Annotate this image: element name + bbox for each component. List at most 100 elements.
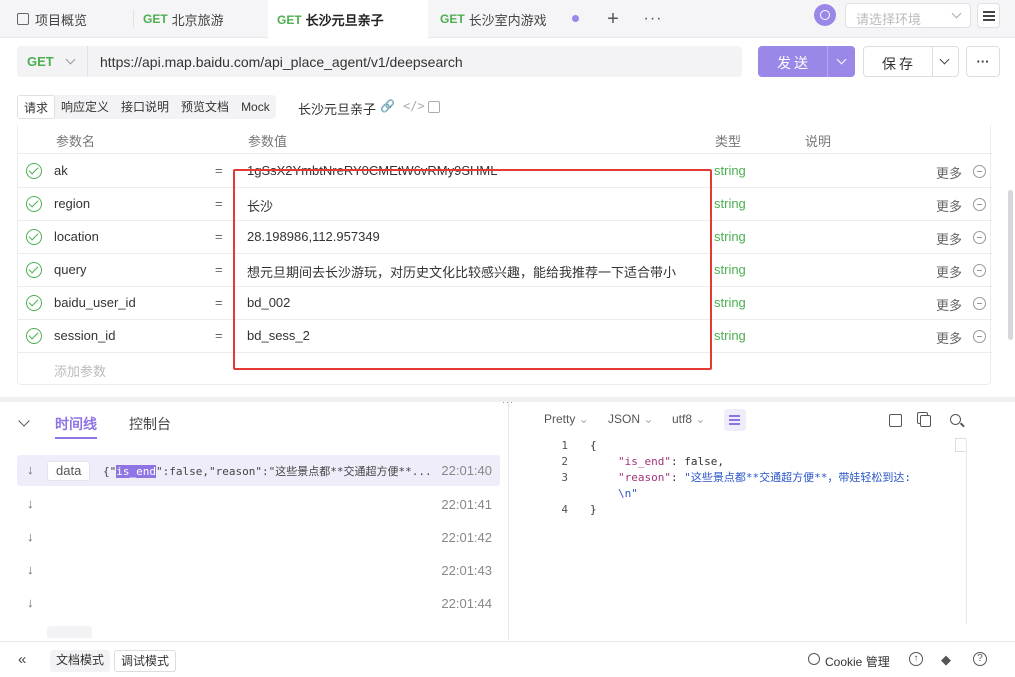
shirt-icon[interactable]: ◆ xyxy=(941,652,951,668)
header-desc: 说明 xyxy=(805,134,832,149)
tab-timeline[interactable]: 时间线 xyxy=(55,414,97,434)
tab-label: 北京旅游 xyxy=(171,12,224,28)
menu-icon[interactable] xyxy=(977,3,1000,28)
remove-icon[interactable] xyxy=(973,264,986,277)
timeline-row[interactable]: ↓ 22:01:41 xyxy=(17,489,500,520)
param-type[interactable]: string xyxy=(714,328,746,343)
param-type[interactable]: string xyxy=(714,295,746,310)
timeline-row[interactable]: ↓ data {"is_end":false,"reason":"这些景点都**… xyxy=(17,455,500,486)
timeline-row[interactable]: ↓ 22:01:43 xyxy=(17,555,500,586)
param-type[interactable]: string xyxy=(714,163,746,178)
save-button[interactable]: 保存 xyxy=(863,46,959,77)
arrow-down-icon: ↓ xyxy=(27,595,34,610)
check-icon[interactable] xyxy=(26,262,42,278)
tab-project-overview[interactable]: 项目概览 xyxy=(17,0,87,38)
request-subtabs: 请求 响应定义 接口说明 预览文档 Mock xyxy=(17,95,276,119)
chevron-down-icon[interactable] xyxy=(836,54,847,65)
tab-label: 长沙室内游戏 xyxy=(468,12,547,28)
vertical-splitter[interactable] xyxy=(508,402,509,640)
param-name[interactable]: query xyxy=(54,262,87,277)
param-type[interactable]: string xyxy=(714,229,746,244)
param-more-link[interactable]: 更多 xyxy=(936,262,962,281)
copy-icon[interactable] xyxy=(920,415,931,427)
format-select[interactable]: Pretty ⌄ xyxy=(544,412,589,426)
code-icon[interactable]: </> xyxy=(403,99,425,113)
link-icon[interactable]: 🔗 xyxy=(380,99,395,113)
param-type[interactable]: string xyxy=(714,262,746,277)
param-name[interactable]: baidu_user_id xyxy=(54,295,136,310)
more-options-icon[interactable]: ··· xyxy=(966,46,1000,77)
arrow-down-icon: ↓ xyxy=(27,562,34,577)
remove-icon[interactable] xyxy=(973,297,986,310)
tab-changsha-indoor[interactable]: GET 长沙室内游戏 xyxy=(440,0,547,38)
wrap-icon[interactable] xyxy=(724,409,746,431)
check-icon[interactable] xyxy=(26,163,42,179)
subtab-doc[interactable]: 接口说明 xyxy=(115,95,175,119)
param-more-link[interactable]: 更多 xyxy=(936,229,962,248)
type-select[interactable]: JSON ⌄ xyxy=(608,412,653,426)
param-name[interactable]: session_id xyxy=(54,328,115,343)
env-select[interactable]: 请选择环境 xyxy=(845,3,971,28)
check-icon[interactable] xyxy=(26,229,42,245)
subtab-preview[interactable]: 预览文档 xyxy=(175,95,235,119)
remove-icon[interactable] xyxy=(973,198,986,211)
subtab-request[interactable]: 请求 xyxy=(17,95,56,119)
collapse-icon[interactable] xyxy=(18,415,30,427)
upload-icon[interactable]: ↑ xyxy=(909,652,923,666)
remove-icon[interactable] xyxy=(973,330,986,343)
encoding-select[interactable]: utf8 ⌄ xyxy=(672,412,705,426)
request-name[interactable]: 长沙元旦亲子 xyxy=(298,99,376,118)
equals-sign: = xyxy=(215,328,223,343)
method-badge: GET xyxy=(277,12,302,27)
add-param-input[interactable]: 添加参数 xyxy=(54,361,106,380)
save-label: 保存 xyxy=(882,56,916,72)
timeline-row[interactable]: ↓ 22:01:44 xyxy=(17,588,500,619)
tab-beijing[interactable]: GET 北京旅游 xyxy=(143,0,224,38)
send-label: 发送 xyxy=(777,55,811,71)
remove-icon[interactable] xyxy=(973,165,986,178)
tab-underline xyxy=(55,437,97,439)
collapse-sidebar-icon[interactable]: « xyxy=(18,651,26,668)
method-badge: GET xyxy=(440,12,465,26)
arrow-down-icon: ↓ xyxy=(27,462,34,477)
param-type[interactable]: string xyxy=(714,196,746,211)
doc-mode-button[interactable]: 文档模式 xyxy=(50,650,111,672)
check-icon[interactable] xyxy=(26,295,42,311)
param-name[interactable]: location xyxy=(54,229,99,244)
scrollbar[interactable] xyxy=(1008,190,1013,340)
download-icon[interactable] xyxy=(889,414,902,427)
param-name[interactable]: ak xyxy=(54,163,68,178)
chevron-down-icon[interactable] xyxy=(939,54,950,65)
param-more-link[interactable]: 更多 xyxy=(936,196,962,215)
cookie-manager-link[interactable]: Cookie 管理 xyxy=(825,653,890,670)
data-tag: data xyxy=(47,461,91,481)
debug-mode-button[interactable]: 调试模式 xyxy=(114,650,177,672)
help-icon[interactable]: ? xyxy=(973,652,987,666)
param-name[interactable]: region xyxy=(54,196,90,211)
add-tab-icon[interactable]: + xyxy=(600,6,626,32)
more-tabs-icon[interactable]: ··· xyxy=(640,6,666,32)
url-input[interactable]: https://api.map.baidu.com/api_place_agen… xyxy=(87,46,742,77)
tab-console[interactable]: 控制台 xyxy=(129,414,171,434)
panel-icon[interactable] xyxy=(428,101,440,113)
equals-sign: = xyxy=(215,163,223,178)
method-select[interactable]: GET xyxy=(17,46,87,77)
param-more-link[interactable]: 更多 xyxy=(936,328,962,347)
env-icon[interactable] xyxy=(814,4,836,26)
header-type: 类型 xyxy=(715,134,742,149)
header-value: 参数值 xyxy=(248,134,288,149)
check-icon[interactable] xyxy=(26,196,42,212)
subtab-mock[interactable]: Mock xyxy=(235,95,276,119)
tab-changsha-newyear[interactable]: GET 长沙元旦亲子 xyxy=(268,0,428,39)
event-time: 22:01:40 xyxy=(441,463,492,478)
search-icon-handle xyxy=(960,422,965,428)
subtab-response[interactable]: 响应定义 xyxy=(55,95,115,119)
param-more-link[interactable]: 更多 xyxy=(936,163,962,182)
param-more-link[interactable]: 更多 xyxy=(936,295,962,314)
method-label: GET xyxy=(27,54,54,69)
method-badge: GET xyxy=(143,12,168,26)
check-icon[interactable] xyxy=(26,328,42,344)
send-button[interactable]: 发送 xyxy=(758,46,855,77)
timeline-row[interactable]: ↓ 22:01:42 xyxy=(17,522,500,553)
remove-icon[interactable] xyxy=(973,231,986,244)
